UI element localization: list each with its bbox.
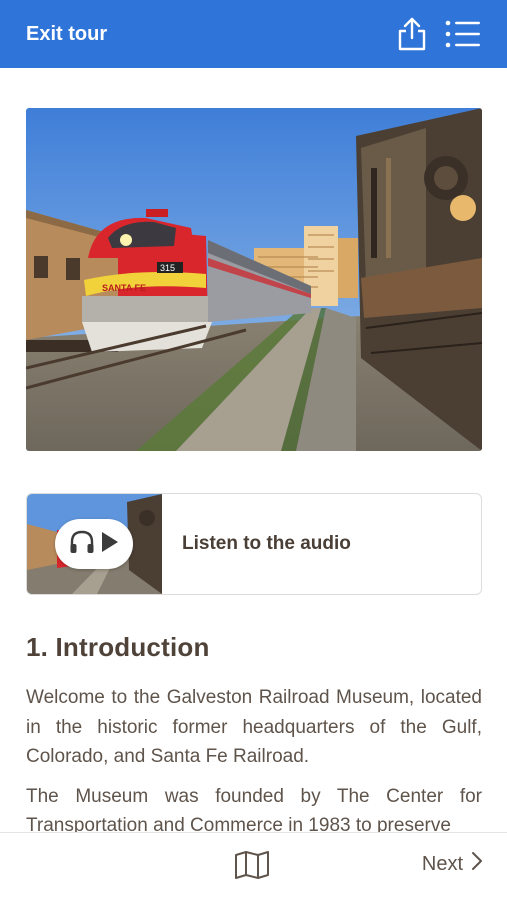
locomotive-number: 315: [160, 263, 175, 273]
next-label: Next: [421, 852, 463, 875]
locomotive-logo: SANTA FE: [102, 283, 146, 293]
map-icon[interactable]: [234, 851, 270, 884]
play-audio-control[interactable]: [55, 519, 133, 569]
hero-image: SANTA FE 315: [26, 108, 482, 451]
section-title: 1. Introduction: [26, 632, 210, 662]
headphones-icon: [69, 530, 95, 559]
list-menu-icon[interactable]: [445, 19, 481, 49]
exit-tour-button[interactable]: Exit tour: [26, 23, 107, 46]
listen-audio-card[interactable]: Listen to the audio: [26, 493, 482, 595]
footer-bar: Next: [0, 832, 507, 900]
body-paragraph: Welcome to the Galveston Railroad Museum…: [26, 687, 482, 767]
section-body: Welcome to the Galveston Railroad Museum…: [26, 683, 482, 851]
header-bar: Exit tour: [0, 0, 507, 68]
next-button[interactable]: Next: [422, 851, 483, 877]
share-icon[interactable]: [395, 16, 429, 52]
listen-audio-label: Listen to the audio: [182, 533, 351, 554]
audio-thumbnail: [27, 494, 162, 594]
chevron-right-icon: [471, 851, 483, 877]
play-icon: [101, 531, 119, 558]
header-actions: [395, 16, 481, 52]
